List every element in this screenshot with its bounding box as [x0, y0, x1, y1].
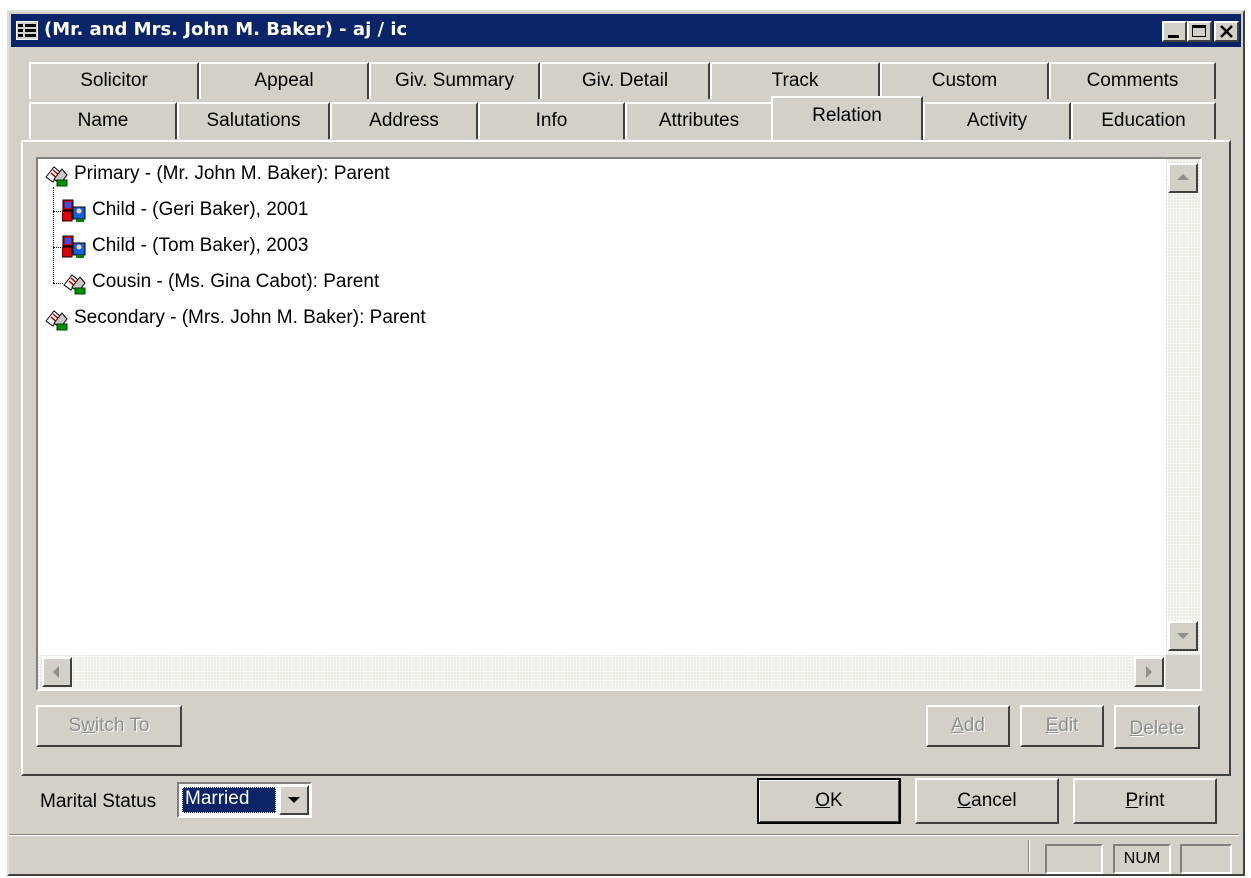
- close-icon: [1220, 25, 1233, 38]
- button-label-post: rint: [1138, 790, 1165, 811]
- title-bar[interactable]: (Mr. and Mrs. John M. Baker) - aj / ic: [11, 14, 1241, 47]
- cancel-button[interactable]: Cancel: [915, 778, 1059, 824]
- tab-giv-detail[interactable]: Giv. Detail: [540, 62, 710, 99]
- tab-comments[interactable]: Comments: [1049, 62, 1216, 99]
- button-mnemonic: C: [957, 790, 972, 811]
- button-mnemonic: E: [1045, 715, 1059, 736]
- record-window-icon[interactable]: [16, 21, 38, 40]
- minimize-icon: [1168, 35, 1179, 38]
- ok-button[interactable]: OK: [757, 778, 901, 824]
- relation-handshake-icon: [45, 310, 68, 331]
- relation-handshake-icon: [63, 274, 86, 295]
- button-label-post: dd: [963, 715, 985, 736]
- button-mnemonic: O: [815, 790, 831, 811]
- button-label-post: dit: [1058, 715, 1079, 736]
- scroll-down-button[interactable]: [1168, 621, 1198, 651]
- child-person-icon: [62, 199, 86, 222]
- tree-node-label: Child - (Tom Baker), 2003: [92, 235, 309, 256]
- add-button[interactable]: Add: [926, 705, 1010, 747]
- marital-status-label: Marital Status: [40, 791, 157, 812]
- tab-label: Attributes: [658, 110, 740, 131]
- status-panel-empty: [1045, 844, 1103, 874]
- tab-solicitor[interactable]: Solicitor: [29, 62, 199, 99]
- tab-custom[interactable]: Custom: [880, 62, 1049, 99]
- tab-track[interactable]: Track: [710, 62, 880, 99]
- tree-node-label: Secondary - (Mrs. John M. Baker): Parent: [74, 307, 426, 328]
- tab-label: Address: [369, 110, 439, 131]
- arrow-down-icon: [1177, 633, 1189, 639]
- tab-label: Relation: [812, 105, 882, 126]
- scroll-up-button[interactable]: [1168, 163, 1198, 193]
- tab-salutations[interactable]: Salutations: [177, 102, 330, 139]
- tab-label: Name: [77, 110, 129, 131]
- arrow-right-icon: [1146, 666, 1152, 678]
- tab-label: Giv. Summary: [395, 70, 514, 91]
- tab-label: Info: [535, 110, 568, 131]
- button-label-pre: S: [68, 715, 82, 736]
- dropdown-button[interactable]: [279, 785, 309, 815]
- child-person-icon: [62, 235, 86, 258]
- button-label-post: elete: [1143, 718, 1185, 739]
- switch-to-button[interactable]: Switch To: [36, 705, 182, 747]
- tab-label: Custom: [931, 70, 998, 91]
- tree-node-label: Child - (Geri Baker), 2001: [92, 199, 309, 220]
- status-panel-text: NUM: [1123, 850, 1161, 867]
- maximize-button[interactable]: [1187, 21, 1212, 42]
- tab-name[interactable]: Name: [29, 102, 177, 139]
- tab-label: Activity: [966, 110, 1028, 131]
- marital-status-select[interactable]: Married: [177, 782, 312, 818]
- button-mnemonic: P: [1125, 790, 1139, 811]
- marital-status-value: Married: [182, 787, 276, 813]
- window-title: (Mr. and Mrs. John M. Baker) - aj / ic: [44, 19, 408, 40]
- button-label-post: K: [830, 790, 843, 811]
- scroll-right-button[interactable]: [1134, 657, 1164, 687]
- arrow-left-icon: [53, 666, 59, 678]
- chevron-down-icon: [288, 797, 300, 803]
- tab-label: Track: [771, 70, 819, 91]
- tree-node-label: Primary - (Mr. John M. Baker): Parent: [74, 163, 390, 184]
- tab-info[interactable]: Info: [478, 102, 625, 139]
- tab-address[interactable]: Address: [330, 102, 478, 139]
- button-mnemonic: D: [1129, 718, 1144, 739]
- status-panel-empty: [1180, 844, 1232, 874]
- tab-label: Education: [1101, 110, 1186, 131]
- edit-button[interactable]: Edit: [1020, 705, 1104, 747]
- relation-handshake-icon: [45, 166, 68, 187]
- print-button[interactable]: Print: [1073, 778, 1217, 824]
- tab-label: Giv. Detail: [581, 70, 669, 91]
- tab-attributes[interactable]: Attributes: [625, 102, 773, 139]
- tab-label: Solicitor: [80, 70, 148, 91]
- tab-label: Comments: [1086, 70, 1179, 91]
- button-mnemonic: A: [951, 715, 964, 736]
- tree-content: Primary - (Mr. John M. Baker): Parent Ch…: [38, 159, 1166, 655]
- close-button[interactable]: [1214, 21, 1239, 42]
- tab-label: Salutations: [206, 110, 301, 131]
- relation-tree[interactable]: Primary - (Mr. John M. Baker): Parent Ch…: [36, 157, 1202, 691]
- tab-activity[interactable]: Activity: [923, 102, 1071, 139]
- scroll-left-button[interactable]: [42, 657, 72, 687]
- button-label-post: ancel: [971, 790, 1017, 811]
- scrollbar-corner: [1166, 655, 1200, 689]
- button-label-post: itch To: [94, 715, 150, 736]
- tab-relation[interactable]: Relation: [771, 96, 923, 140]
- tab-giv-summary[interactable]: Giv. Summary: [369, 62, 540, 99]
- statusbar-separator: [9, 834, 1239, 836]
- button-mnemonic: w: [81, 715, 95, 736]
- tab-appeal[interactable]: Appeal: [199, 62, 369, 99]
- status-panel-num: NUM: [1113, 844, 1171, 874]
- status-divider: [1028, 840, 1030, 872]
- maximize-icon: [1192, 25, 1206, 37]
- tab-education[interactable]: Education: [1071, 102, 1216, 139]
- delete-button[interactable]: Delete: [1114, 705, 1200, 749]
- tree-node-label: Cousin - (Ms. Gina Cabot): Parent: [92, 271, 380, 292]
- vertical-scrollbar[interactable]: [1166, 159, 1200, 655]
- tree-connector: [53, 187, 54, 283]
- arrow-up-icon: [1177, 174, 1189, 180]
- minimize-button[interactable]: [1162, 21, 1187, 42]
- tab-label: Appeal: [254, 70, 314, 91]
- horizontal-scrollbar[interactable]: [38, 655, 1166, 689]
